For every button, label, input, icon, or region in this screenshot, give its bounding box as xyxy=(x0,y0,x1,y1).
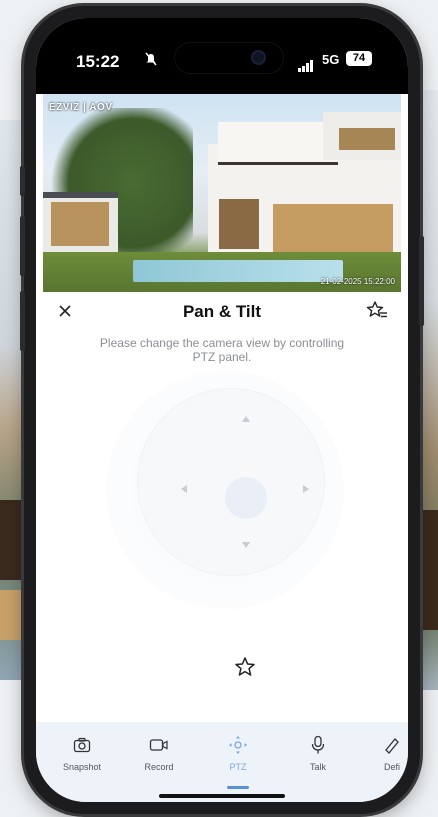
camera-icon xyxy=(52,734,112,756)
toolbar-record[interactable]: Record xyxy=(129,734,189,772)
toolbar-definition[interactable]: Defi xyxy=(362,734,408,772)
favorite-star-icon[interactable] xyxy=(234,656,256,683)
battery-indicator: 74 xyxy=(346,51,372,66)
network-type: 5G xyxy=(322,52,340,67)
ptz-center-button[interactable] xyxy=(225,477,267,519)
home-indicator[interactable] xyxy=(159,794,285,798)
side-button xyxy=(20,291,25,351)
signal-icon xyxy=(298,54,314,72)
arrow-down-icon[interactable] xyxy=(242,542,250,548)
ptz-icon xyxy=(208,734,268,756)
toolbar-label: Defi xyxy=(383,762,400,772)
toolbar-label: Talk xyxy=(309,762,326,772)
scene-house-upper xyxy=(218,122,338,165)
toolbar-snapshot[interactable]: Snapshot xyxy=(52,734,112,772)
panel-description: Please change the camera view by control… xyxy=(99,336,345,364)
front-camera xyxy=(253,52,264,63)
phone-screen: 15:22 5G 74 EZVIZ | AOV 21-02-2025 15:22… xyxy=(36,18,408,802)
side-button xyxy=(20,166,25,196)
toolbar-talk[interactable]: Talk xyxy=(288,734,348,772)
video-timestamp: 21-02-2025 15:22:00 xyxy=(320,277,395,286)
arrow-right-icon[interactable] xyxy=(303,485,309,493)
arrow-up-icon[interactable] xyxy=(242,416,250,422)
scene-window xyxy=(339,128,395,150)
scene-window xyxy=(273,204,393,252)
microphone-icon xyxy=(288,734,348,756)
bell-muted-icon xyxy=(144,52,158,69)
brand-watermark: EZVIZ | AOV xyxy=(49,102,113,113)
panel-title: Pan & Tilt xyxy=(182,302,262,321)
camera-live-view[interactable]: EZVIZ | AOV 21-02-2025 15:22:00 xyxy=(43,94,401,292)
arrow-left-icon[interactable] xyxy=(181,485,187,493)
phone-frame: 15:22 5G 74 EZVIZ | AOV 21-02-2025 15:22… xyxy=(20,6,424,814)
scene-pool xyxy=(133,260,343,282)
active-tab-indicator xyxy=(227,786,249,789)
side-button xyxy=(20,216,25,276)
panel-header: Pan & Tilt xyxy=(36,292,408,336)
favorite-list-icon[interactable] xyxy=(366,300,388,325)
video-record-icon xyxy=(129,734,189,756)
definition-icon xyxy=(362,734,408,756)
toolbar-label: Snapshot xyxy=(62,762,102,772)
scene-cabana-interior xyxy=(51,202,109,246)
scene-window xyxy=(219,199,259,249)
side-button xyxy=(419,236,424,326)
status-time: 15:22 xyxy=(76,52,120,71)
bottom-toolbar: Snapshot Record PTZ Talk Defi xyxy=(36,722,408,802)
status-bar: 15:22 5G 74 xyxy=(36,18,408,94)
toolbar-label: PTZ xyxy=(229,762,247,772)
toolbar-label: Record xyxy=(144,762,174,772)
dynamic-island xyxy=(174,42,284,74)
toolbar-ptz[interactable]: PTZ xyxy=(208,734,268,789)
